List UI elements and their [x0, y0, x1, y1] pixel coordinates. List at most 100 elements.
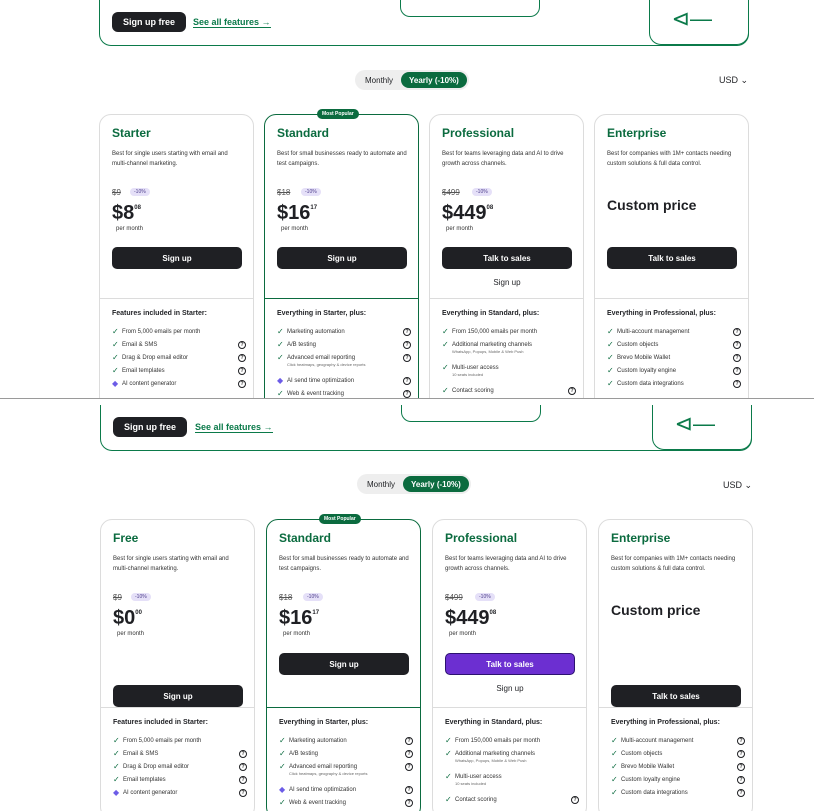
currency-label: USD	[723, 480, 743, 490]
sign-up-link[interactable]: Sign up	[442, 278, 572, 287]
feature-label: Contact scoring	[455, 797, 497, 803]
feature-text: Web & event tracking	[287, 390, 403, 398]
feature-text: Marketing automation	[289, 737, 405, 745]
arrow-left-icon: ⊲—	[671, 6, 712, 31]
currency-label: USD	[719, 75, 739, 85]
plan-description: Best for teams leveraging data and AI to…	[445, 556, 567, 572]
billing-toggle[interactable]: Monthly Yearly (-10%)	[357, 474, 471, 494]
toggle-yearly[interactable]: Yearly (-10%)	[401, 72, 467, 88]
info-icon[interactable]: ?	[568, 387, 576, 395]
feature-item: ✓ From 150,000 emails per month	[442, 328, 576, 336]
feature-subtext: 10 seats included	[455, 781, 487, 786]
info-icon[interactable]: ?	[403, 328, 411, 336]
info-icon[interactable]: ?	[405, 750, 413, 758]
info-icon[interactable]: ?	[239, 776, 247, 784]
price: $1617	[277, 202, 317, 225]
billing-toggle[interactable]: Monthly Yearly (-10%)	[355, 70, 469, 90]
info-icon[interactable]: ?	[403, 390, 411, 398]
info-icon[interactable]: ?	[405, 799, 413, 807]
sign-up-link[interactable]: Sign up	[445, 684, 575, 693]
info-icon[interactable]: ?	[733, 380, 741, 388]
info-icon[interactable]: ?	[403, 341, 411, 349]
price: $1617	[279, 607, 319, 630]
info-icon[interactable]: ?	[733, 328, 741, 336]
feature-item: ✓ Email templates?	[112, 367, 246, 375]
ai-sparkle-icon: ◆	[113, 788, 120, 797]
feature-label: A/B testing	[287, 342, 317, 348]
plan-name: Standard	[279, 531, 332, 545]
sign-up-button[interactable]: Sign up	[279, 653, 409, 675]
info-icon[interactable]: ?	[239, 763, 247, 771]
info-icon[interactable]: ?	[239, 750, 247, 758]
feature-label: Brevo Mobile Wallet	[621, 764, 675, 770]
info-icon[interactable]: ?	[737, 750, 745, 758]
talk-to-sales-button[interactable]: Talk to sales	[442, 247, 572, 269]
info-icon[interactable]: ?	[238, 380, 246, 388]
feature-text: Email templates	[123, 776, 239, 784]
ai-sparkle-icon: ◆	[277, 376, 284, 385]
price-cents: 00	[135, 610, 142, 616]
billing-period: per month	[281, 226, 309, 232]
feature-item: ✓ Web & event tracking?	[279, 799, 413, 807]
signup-free-button[interactable]: Sign up free	[112, 12, 186, 32]
talk-to-sales-button[interactable]: Talk to sales	[445, 653, 575, 675]
checkmark-icon: ✓	[445, 795, 452, 804]
talk-to-sales-button[interactable]: Talk to sales	[611, 685, 741, 707]
info-icon[interactable]: ?	[571, 796, 579, 804]
toggle-monthly[interactable]: Monthly	[359, 480, 403, 489]
info-icon[interactable]: ?	[737, 737, 745, 745]
sign-up-button[interactable]: Sign up	[112, 247, 242, 269]
info-icon[interactable]: ?	[238, 341, 246, 349]
feature-text: Marketing automation	[287, 328, 403, 336]
feature-label: Custom loyalty engine	[621, 777, 681, 783]
info-icon[interactable]: ?	[405, 786, 413, 794]
plan-description: Best for small businesses ready to autom…	[279, 556, 409, 572]
signup-free-button[interactable]: Sign up free	[113, 417, 187, 437]
price-amount: $16	[279, 607, 313, 629]
see-all-features-link[interactable]: See all features →	[195, 422, 273, 433]
info-icon[interactable]: ?	[733, 354, 741, 362]
features-title: Everything in Standard, plus:	[442, 310, 540, 317]
feature-label: Multi-user access	[452, 365, 499, 371]
info-icon[interactable]: ?	[238, 367, 246, 375]
feature-item: ✓ A/B testing?	[277, 341, 411, 349]
info-icon[interactable]: ?	[733, 341, 741, 349]
feature-text: From 150,000 emails per month	[455, 737, 579, 745]
plan-description: Best for teams leveraging data and AI to…	[442, 151, 564, 167]
sign-up-button[interactable]: Sign up	[113, 685, 243, 707]
feature-text: Drag & Drop email editor	[123, 763, 239, 771]
info-icon[interactable]: ?	[405, 737, 413, 745]
toggle-yearly[interactable]: Yearly (-10%)	[403, 476, 469, 492]
checkmark-icon: ✓	[279, 736, 286, 745]
info-icon[interactable]: ?	[737, 763, 745, 771]
plan-card-professional: Professional Best for teams leveraging da…	[432, 519, 587, 811]
talk-to-sales-button[interactable]: Talk to sales	[607, 247, 737, 269]
feature-label: Drag & Drop email editor	[123, 764, 190, 770]
info-icon[interactable]: ?	[403, 377, 411, 385]
see-all-features-link[interactable]: See all features →	[193, 17, 271, 28]
sign-up-button[interactable]: Sign up	[277, 247, 407, 269]
plan-card-starter: Starter Best for single users starting wi…	[99, 114, 254, 398]
toggle-monthly[interactable]: Monthly	[357, 76, 401, 85]
feature-label: Custom objects	[617, 342, 659, 348]
info-icon[interactable]: ?	[737, 776, 745, 784]
checkmark-icon: ✓	[279, 762, 286, 771]
info-icon[interactable]: ?	[238, 354, 246, 362]
feature-item: ✓ Custom loyalty engine?	[607, 367, 741, 375]
currency-select[interactable]: USD ⌄	[723, 480, 752, 491]
currency-select[interactable]: USD ⌄	[719, 75, 748, 86]
info-icon[interactable]: ?	[405, 763, 413, 771]
checkmark-icon: ✓	[442, 340, 449, 349]
plan-card-standard: Standard Best for small businesses ready …	[266, 519, 421, 811]
checkmark-icon: ✓	[112, 353, 119, 362]
feature-text: AI send time optimization	[287, 377, 403, 385]
info-icon[interactable]: ?	[403, 354, 411, 362]
checkmark-icon: ✓	[611, 775, 618, 784]
feature-label: Web & event tracking	[289, 800, 346, 806]
card-divider	[267, 707, 420, 708]
info-icon[interactable]: ?	[733, 367, 741, 375]
info-icon[interactable]: ?	[737, 789, 745, 797]
info-icon[interactable]: ?	[239, 789, 247, 797]
feature-text: A/B testing	[289, 750, 405, 758]
price: $44908	[445, 607, 496, 630]
